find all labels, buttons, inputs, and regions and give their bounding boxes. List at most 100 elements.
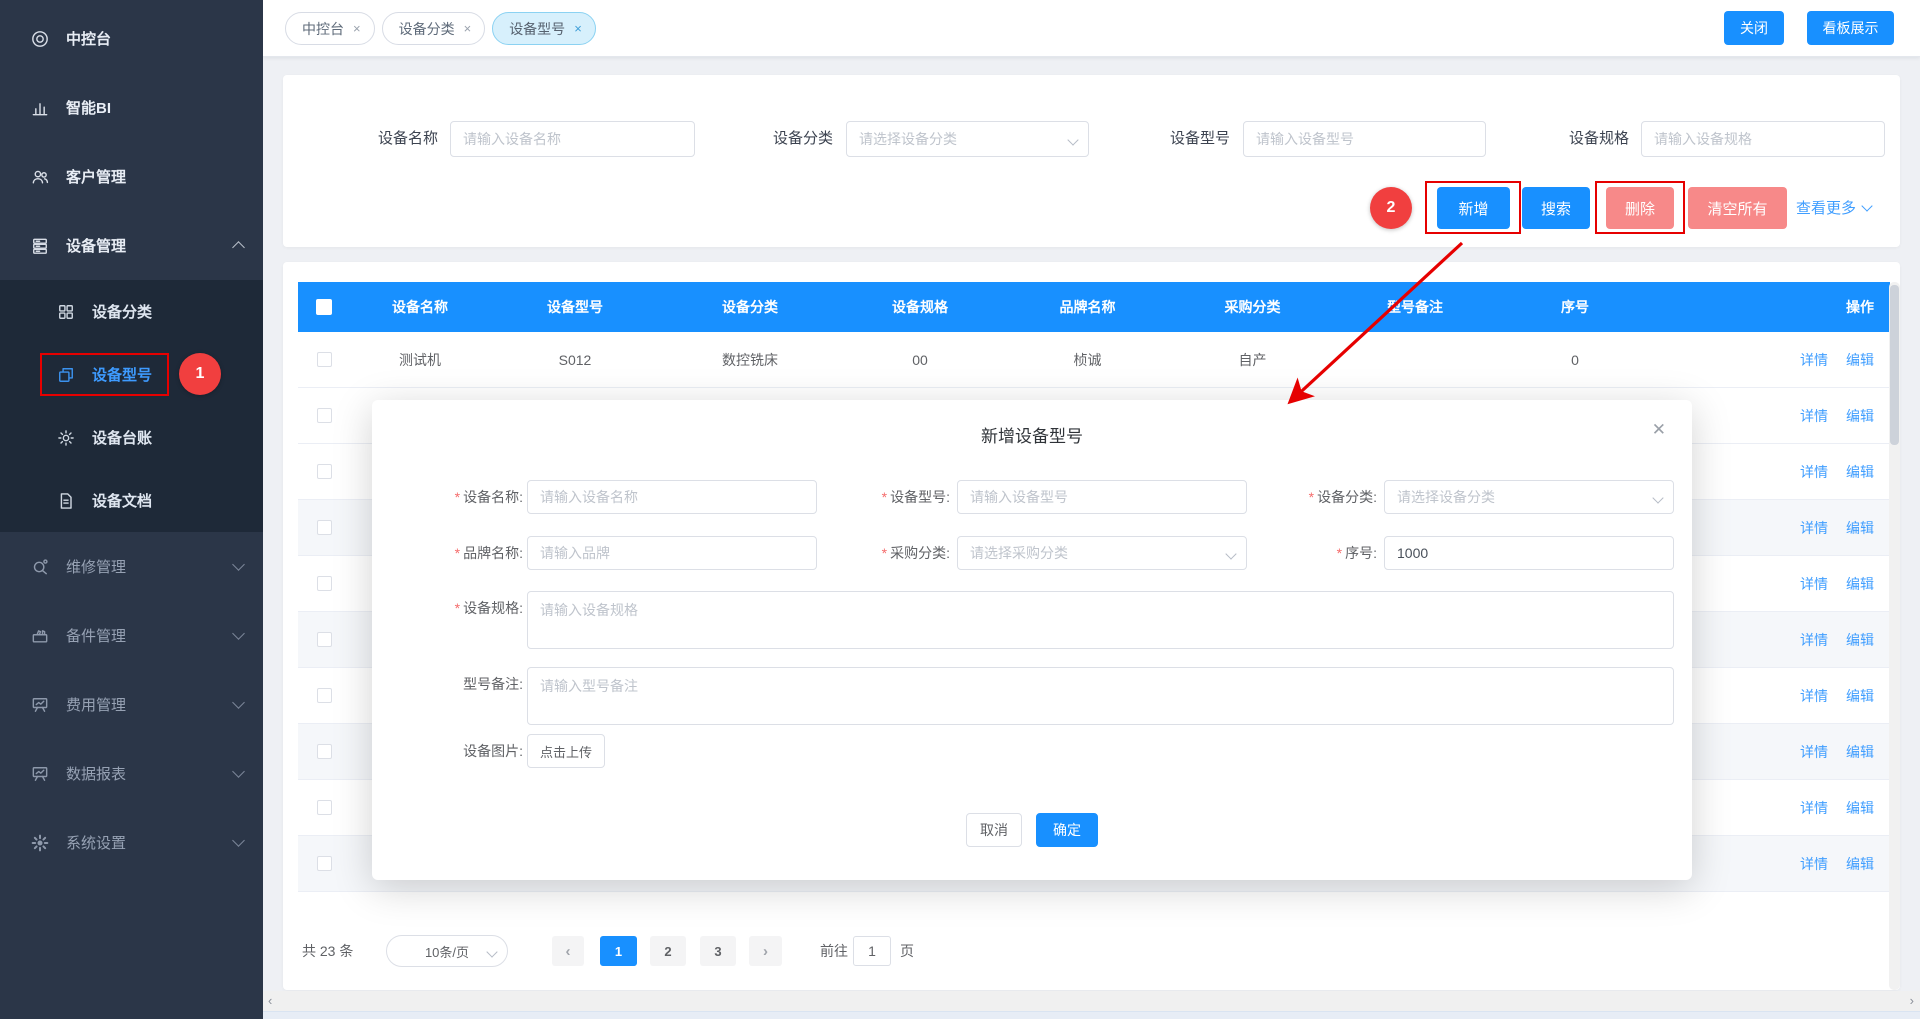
cancel-button[interactable]: 取消 bbox=[966, 813, 1022, 847]
page-button-1[interactable]: 1 bbox=[600, 936, 637, 966]
tab-label: 设备分类 bbox=[399, 19, 455, 39]
goto-page-input[interactable]: 1 bbox=[853, 936, 891, 966]
search-card: 设备名称 请输入设备名称 设备分类 请选择设备分类 设备型号 请输入设备型号 设… bbox=[283, 75, 1900, 247]
sidebar-item-1[interactable]: 智能BI bbox=[0, 73, 263, 142]
expense-board-icon bbox=[30, 695, 50, 715]
dialog-device-category-select[interactable]: 请选择设备分类 bbox=[1384, 480, 1674, 514]
vertical-scrollbar[interactable] bbox=[1889, 282, 1900, 990]
chevron-down-icon bbox=[1067, 134, 1078, 145]
edit-link[interactable]: 编辑 bbox=[1846, 518, 1874, 538]
dialog-close-icon[interactable]: ✕ bbox=[1652, 420, 1666, 440]
row-checkbox[interactable] bbox=[317, 576, 332, 591]
page-button-2[interactable]: 2 bbox=[650, 936, 686, 966]
row-checkbox[interactable] bbox=[317, 856, 332, 871]
select-all-checkbox[interactable] bbox=[316, 299, 332, 315]
edit-link[interactable]: 编辑 bbox=[1846, 630, 1874, 650]
device-name-input[interactable]: 请输入设备名称 bbox=[450, 121, 695, 157]
sidebar-item-9[interactable]: 备件管理 bbox=[0, 601, 263, 670]
row-checkbox[interactable] bbox=[317, 632, 332, 647]
dialog-spec-textarea[interactable]: 请输入设备规格 bbox=[527, 591, 1674, 649]
sidebar-item-10[interactable]: 费用管理 bbox=[0, 670, 263, 739]
sidebar-item-7[interactable]: 设备文档 bbox=[0, 469, 263, 532]
edit-link[interactable]: 编辑 bbox=[1846, 574, 1874, 594]
prev-page-button[interactable]: ‹ bbox=[552, 936, 584, 966]
edit-link[interactable]: 编辑 bbox=[1846, 462, 1874, 482]
scroll-right-icon[interactable]: › bbox=[1910, 993, 1914, 1008]
table-cell: 数控铣床 bbox=[660, 332, 840, 387]
edit-link[interactable]: 编辑 bbox=[1846, 686, 1874, 706]
row-checkbox-cell bbox=[298, 332, 350, 387]
annotation-step-2-badge: 2 bbox=[1370, 187, 1412, 229]
dialog-device-model-input[interactable]: 请输入设备型号 bbox=[957, 480, 1247, 514]
column-header: 操作 bbox=[1650, 282, 1890, 332]
next-page-button[interactable]: › bbox=[749, 936, 782, 966]
close-button[interactable]: 关闭 bbox=[1724, 11, 1784, 45]
column-header: 设备名称 bbox=[350, 282, 490, 332]
dialog-remark-textarea[interactable]: 请输入型号备注 bbox=[527, 667, 1674, 725]
detail-link[interactable]: 详情 bbox=[1800, 350, 1828, 370]
row-checkbox[interactable] bbox=[317, 520, 332, 535]
row-checkbox[interactable] bbox=[317, 688, 332, 703]
edit-link[interactable]: 编辑 bbox=[1846, 854, 1874, 874]
device-category-select[interactable]: 请选择设备分类 bbox=[846, 121, 1089, 157]
close-tab-icon[interactable]: × bbox=[464, 21, 472, 36]
close-tab-icon[interactable]: × bbox=[574, 21, 582, 36]
board-display-button[interactable]: 看板展示 bbox=[1807, 11, 1894, 45]
device-model-input[interactable]: 请输入设备型号 bbox=[1243, 121, 1486, 157]
upload-button[interactable]: 点击上传 bbox=[527, 734, 605, 768]
row-checkbox[interactable] bbox=[317, 408, 332, 423]
page-size-select[interactable]: 10条/页 bbox=[386, 935, 508, 967]
vertical-scrollbar-thumb[interactable] bbox=[1890, 285, 1899, 445]
scroll-left-icon[interactable]: ‹ bbox=[268, 993, 272, 1008]
sidebar-item-8[interactable]: 维修管理 bbox=[0, 532, 263, 601]
sidebar-item-4[interactable]: 设备分类 bbox=[0, 280, 263, 343]
clear-all-button[interactable]: 清空所有 bbox=[1688, 187, 1787, 229]
tab-device-model[interactable]: 设备型号 × bbox=[492, 12, 596, 45]
detail-link[interactable]: 详情 bbox=[1800, 406, 1828, 426]
dialog-serial-input[interactable]: 1000 bbox=[1384, 536, 1674, 570]
chevron-down-icon bbox=[232, 558, 245, 571]
table-cell: 00 bbox=[840, 332, 1000, 387]
label-device-model: *设备型号: bbox=[809, 480, 950, 514]
view-more-link[interactable]: 查看更多 bbox=[1796, 197, 1871, 218]
sidebar-item-0[interactable]: 中控台 bbox=[0, 4, 263, 73]
detail-link[interactable]: 详情 bbox=[1800, 574, 1828, 594]
edit-link[interactable]: 编辑 bbox=[1846, 798, 1874, 818]
close-tab-icon[interactable]: × bbox=[353, 21, 361, 36]
dialog-brand-input[interactable]: 请输入品牌 bbox=[527, 536, 817, 570]
device-spec-input[interactable]: 请输入设备规格 bbox=[1641, 121, 1885, 157]
detail-link[interactable]: 详情 bbox=[1800, 854, 1828, 874]
sidebar-item-5[interactable]: 设备型号 bbox=[0, 343, 263, 406]
detail-link[interactable]: 详情 bbox=[1800, 630, 1828, 650]
sidebar-item-label: 维修管理 bbox=[66, 556, 126, 577]
detail-link[interactable]: 详情 bbox=[1800, 462, 1828, 482]
horizontal-scrollbar[interactable]: ‹ › bbox=[263, 991, 1920, 1011]
row-checkbox[interactable] bbox=[317, 352, 332, 367]
dialog-device-name-input[interactable]: 请输入设备名称 bbox=[527, 480, 817, 514]
confirm-button[interactable]: 确定 bbox=[1036, 813, 1098, 847]
edit-link[interactable]: 编辑 bbox=[1846, 742, 1874, 762]
sidebar-item-6[interactable]: 设备台账 bbox=[0, 406, 263, 469]
delete-button[interactable]: 删除 bbox=[1606, 187, 1674, 229]
sidebar-item-2[interactable]: 客户管理 bbox=[0, 142, 263, 211]
label-purchase-category: *采购分类: bbox=[809, 536, 950, 570]
tab-console[interactable]: 中控台 × bbox=[285, 12, 375, 45]
row-checkbox[interactable] bbox=[317, 464, 332, 479]
detail-link[interactable]: 详情 bbox=[1800, 686, 1828, 706]
add-button[interactable]: 新增 bbox=[1437, 187, 1510, 229]
dialog-purchase-category-select[interactable]: 请选择采购分类 bbox=[957, 536, 1247, 570]
page-button-3[interactable]: 3 bbox=[700, 936, 736, 966]
row-checkbox[interactable] bbox=[317, 744, 332, 759]
sidebar-item-3[interactable]: 设备管理 bbox=[0, 211, 263, 280]
detail-link[interactable]: 详情 bbox=[1800, 798, 1828, 818]
edit-link[interactable]: 编辑 bbox=[1846, 406, 1874, 426]
sidebar-item-12[interactable]: 系统设置 bbox=[0, 808, 263, 877]
row-checkbox[interactable] bbox=[317, 800, 332, 815]
row-checkbox-cell bbox=[298, 388, 350, 443]
detail-link[interactable]: 详情 bbox=[1800, 742, 1828, 762]
search-button[interactable]: 搜索 bbox=[1522, 187, 1590, 229]
detail-link[interactable]: 详情 bbox=[1800, 518, 1828, 538]
sidebar-item-11[interactable]: 数据报表 bbox=[0, 739, 263, 808]
edit-link[interactable]: 编辑 bbox=[1846, 350, 1874, 370]
tab-device-category[interactable]: 设备分类 × bbox=[382, 12, 486, 45]
